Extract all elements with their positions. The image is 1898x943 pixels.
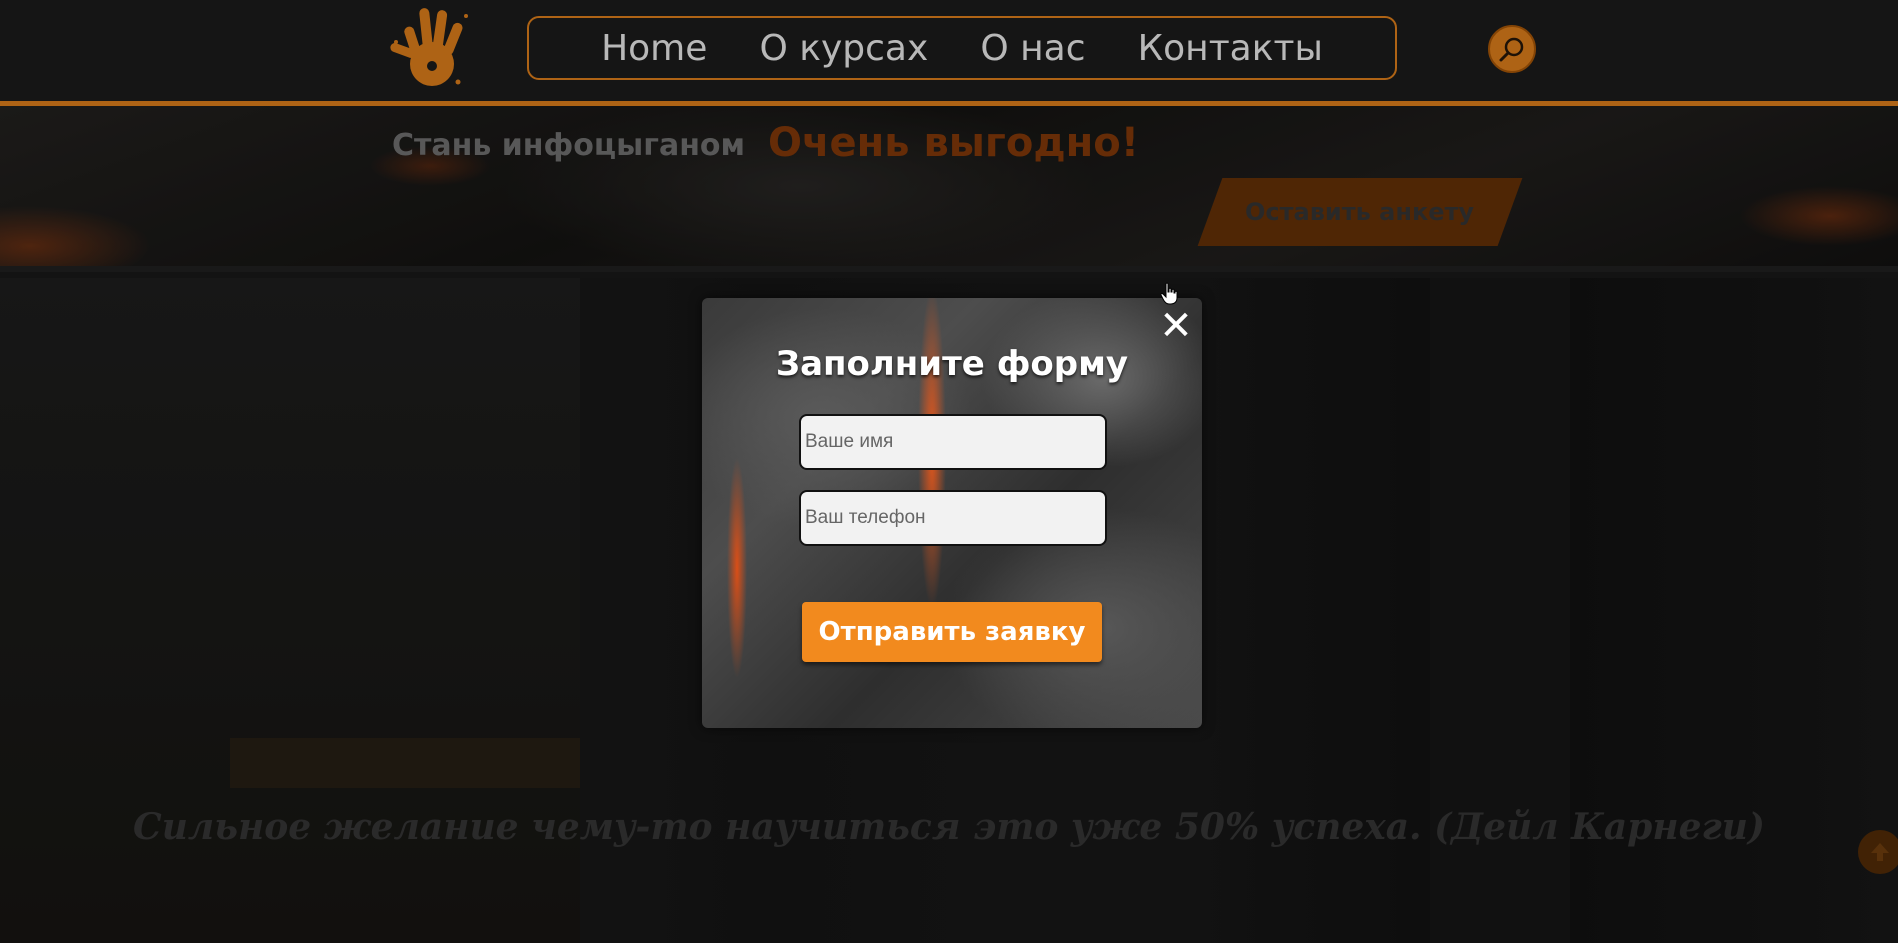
submit-application-button[interactable]: Отправить заявку	[802, 602, 1102, 662]
close-icon[interactable]: ✕	[1156, 306, 1196, 346]
modal-title: Заполните форму	[775, 344, 1129, 384]
name-field[interactable]	[799, 414, 1107, 470]
phone-field[interactable]	[799, 490, 1107, 546]
application-modal: ✕ Заполните форму Отправить заявку	[702, 298, 1202, 728]
hand-cursor-icon	[1160, 282, 1178, 305]
